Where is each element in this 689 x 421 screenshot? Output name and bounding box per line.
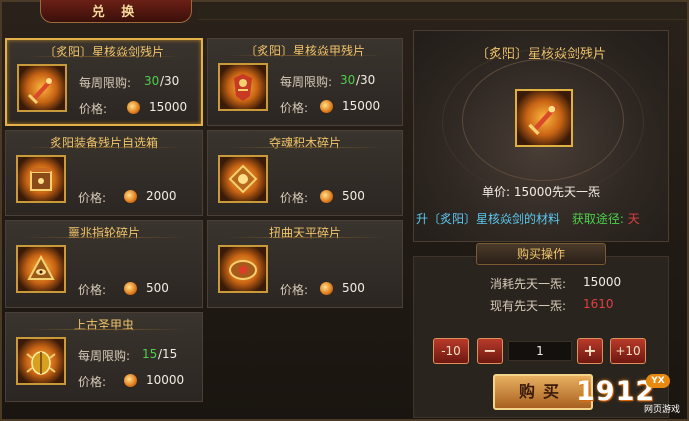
price-label: 价格: [280,101,309,115]
weekly-limit-label: 每周限购: [280,75,333,89]
item-name: 上古圣甲虫 [73,318,134,332]
item-card-scarab[interactable]: 上古圣甲虫 每周限购: 15 /15 价格: 10000 [5,312,203,402]
limit-used: 30 [340,73,356,87]
item-card-twisted-scale[interactable]: 扭曲天平碎片 价格: 500 [207,220,403,308]
owned-value: 1610 [583,297,614,311]
price-value: 500 [146,281,169,295]
price-label: 价格: [78,375,107,389]
price-value: 500 [342,189,365,203]
material-text: 升〔炙阳〕星核焱剑的材料 [416,212,561,226]
item-name: 炙阳装备残片自选箱 [49,136,158,150]
currency-coin-icon [320,100,333,113]
top-strip [198,5,686,20]
price-value: 2000 [146,189,177,203]
purchase-section-title: 购买操作 [476,243,606,265]
limit-total: /15 [158,347,178,361]
currency-coin-icon [124,374,137,387]
armor-fragment-icon [218,63,268,111]
scarab-icon [16,337,66,385]
minus-ten-button[interactable]: -10 [433,338,469,364]
unit-price: 单价: 15000先天一炁 [481,185,601,199]
material-info-line: 升〔炙阳〕星核焱剑的材料 获取途径: 天 [416,210,666,230]
limit-total: /30 [356,73,376,87]
omen-ring-icon [16,245,66,293]
weekly-limit-label: 每周限购: [78,349,131,363]
item-card-sword-fragment[interactable]: 〔炙阳〕星核焱剑残片 每周限购: 30 /30 价格: 15000 [5,38,203,126]
item-card-omen-ring[interactable]: 噩兆指轮碎片 价格: 500 [5,220,203,308]
window-title-tab: 兑 换 [40,0,192,23]
item-name: 扭曲天平碎片 [268,226,341,240]
item-name: 噩兆指轮碎片 [67,226,140,240]
price-value: 15000 [342,99,381,113]
currency-coin-icon [124,282,137,295]
item-card-soul-block[interactable]: 夺魂积木碎片 价格: 500 [207,130,403,216]
item-name: 〔炙阳〕星核焱甲残片 [244,44,365,58]
price-value: 500 [342,281,365,295]
weekly-limit-label: 每周限购: [79,76,132,90]
price-value: 15000 [149,100,188,114]
twisted-scale-icon [218,245,268,293]
price-value: 10000 [146,373,185,387]
plus-button[interactable]: + [577,338,603,364]
item-name: 夺魂积木碎片 [268,136,341,150]
item-card-equipment-box[interactable]: 炙阳装备残片自选箱 价格: 2000 [5,130,203,216]
price-label: 价格: [280,191,309,205]
price-label: 价格: [78,191,107,205]
equipment-box-icon [16,155,66,203]
price-label: 价格: [280,283,309,297]
source-label: 获取途径: [571,212,624,226]
limit-used: 15 [142,347,158,361]
plus-ten-button[interactable]: +10 [610,338,646,364]
limit-total: /30 [160,74,180,88]
price-label: 价格: [78,283,107,297]
watermark-badge: YX [646,374,670,388]
item-card-armor-fragment[interactable]: 〔炙阳〕星核焱甲残片 每周限购: 30 /30 价格: 15000 [207,38,403,126]
currency-coin-icon [124,190,137,203]
window-title: 兑 换 [91,5,141,20]
minus-button[interactable]: − [477,338,503,364]
currency-coin-icon [127,101,140,114]
price-label: 价格: [79,102,108,116]
limit-used: 30 [144,74,160,88]
quantity-input[interactable]: 1 [508,341,572,361]
site-watermark-logo: 1912 YX 网页游戏 [576,372,686,416]
sword-fragment-icon [17,64,67,112]
soul-block-icon [218,155,268,203]
cost-value: 15000 [583,275,622,289]
cost-label: 消耗先天一炁: [490,277,567,291]
preview-item-icon [515,89,573,147]
source-value: 天 [627,212,640,226]
item-name: 〔炙阳〕星核焱剑残片 [43,45,164,59]
currency-coin-icon [320,190,333,203]
watermark-subtitle: 网页游戏 [644,405,681,415]
owned-label: 现有先天一炁: [490,299,567,313]
currency-coin-icon [320,282,333,295]
